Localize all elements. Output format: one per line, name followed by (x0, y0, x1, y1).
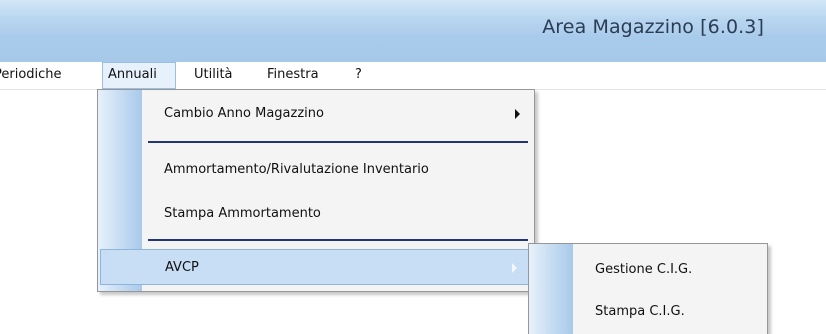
menu-item-avcp[interactable]: AVCP (100, 249, 532, 285)
menu-item-stampa-cig[interactable]: Stampa C.I.G. (529, 292, 767, 332)
menu-item-label: Ammortamento/Rivalutazione Inventario (164, 162, 429, 177)
menu-annuali[interactable]: Annuali (102, 62, 176, 89)
menu-item-label: Stampa C.I.G. (595, 304, 685, 319)
window-title: Area Magazzino [6.0.3] (542, 16, 764, 38)
submenu-arrow-icon (515, 109, 520, 119)
title-bar[interactable]: Area Magazzino [6.0.3] (0, 0, 826, 63)
menu-item-label: Stampa Ammortamento (164, 206, 321, 221)
menu-separator (148, 141, 528, 143)
app-window: Area Magazzino [6.0.3] Periodiche Annual… (0, 0, 826, 334)
menu-bar: Periodiche Annuali Utilità Finestra ? (0, 62, 826, 90)
menu-item-gestione-cig[interactable]: Gestione C.I.G. (529, 250, 767, 290)
menu-finestra[interactable]: Finestra (267, 62, 319, 89)
menu-item-label: AVCP (165, 260, 199, 275)
submenu-arrow-icon (512, 263, 517, 273)
annuali-dropdown-menu: Cambio Anno Magazzino Ammortamento/Rival… (97, 89, 535, 292)
menu-item-stampa-ammortamento[interactable]: Stampa Ammortamento (98, 196, 534, 232)
menu-item-label: Cambio Anno Magazzino (164, 106, 324, 121)
avcp-submenu: Gestione C.I.G. Stampa C.I.G. (528, 243, 768, 334)
menu-item-cambio-anno-magazzino[interactable]: Cambio Anno Magazzino (98, 96, 534, 132)
menu-item-label: Gestione C.I.G. (595, 262, 693, 277)
menu-item-ammortamento-rivalutazione[interactable]: Ammortamento/Rivalutazione Inventario (98, 152, 534, 188)
menu-periodiche[interactable]: Periodiche (0, 62, 62, 89)
menu-separator (148, 239, 528, 241)
menu-utilita[interactable]: Utilità (194, 62, 233, 89)
menu-help[interactable]: ? (355, 62, 362, 89)
